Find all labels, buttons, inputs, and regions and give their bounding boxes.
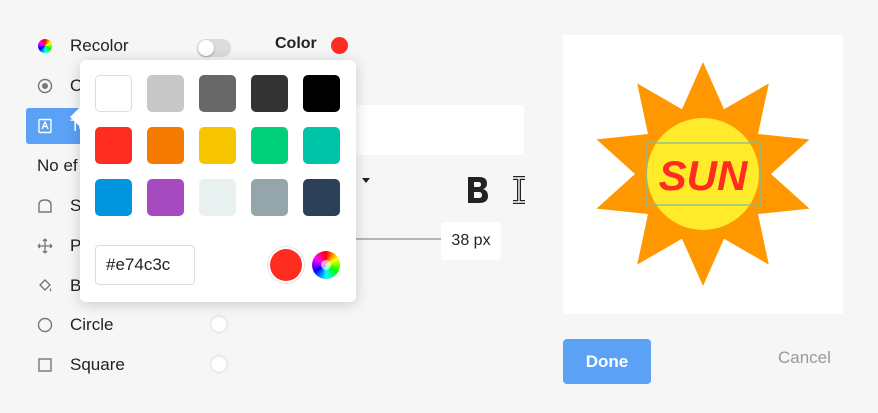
move-icon (36, 237, 54, 255)
cancel-button[interactable]: Cancel (778, 348, 831, 368)
color-swatch[interactable] (303, 127, 340, 164)
bold-button[interactable] (464, 174, 492, 208)
color-swatch[interactable] (95, 179, 132, 216)
color-swatch[interactable] (147, 179, 184, 216)
color-swatch[interactable] (251, 179, 288, 216)
color-swatch[interactable] (95, 127, 132, 164)
menu-item-label: Circle (70, 315, 114, 334)
menu-item-circle[interactable]: Circle (26, 307, 236, 343)
menu-item-label: Square (70, 355, 125, 374)
menu-item-label: No ef (37, 156, 78, 175)
done-button[interactable]: Done (563, 339, 651, 384)
text-input[interactable] (354, 105, 524, 155)
color-swatch[interactable] (199, 127, 236, 164)
circle-radio[interactable] (210, 315, 228, 333)
color-swatch[interactable] (303, 75, 340, 112)
color-swatch[interactable] (303, 179, 340, 216)
circle-icon (36, 316, 54, 334)
font-size-slider[interactable] (356, 238, 442, 240)
text-box-icon (36, 117, 54, 135)
color-wheel-icon (36, 37, 54, 55)
italic-button[interactable] (510, 174, 530, 208)
color-swatch[interactable] (199, 75, 236, 112)
font-dropdown-caret-icon[interactable] (362, 178, 370, 183)
preview-text: SUN (659, 152, 749, 199)
shape-icon (36, 197, 54, 215)
recolor-toggle[interactable] (197, 39, 231, 57)
menu-item-label: Recolor (70, 36, 129, 55)
preview-canvas: SUN (563, 35, 843, 314)
current-color-dot[interactable] (331, 37, 348, 54)
color-label: Color (275, 35, 317, 52)
font-size-value: 38 px (441, 222, 501, 260)
paint-bucket-icon (36, 277, 54, 295)
square-icon (36, 356, 54, 374)
menu-item-square[interactable]: Square (26, 347, 236, 383)
color-wheel-icon[interactable] (312, 251, 340, 279)
color-swatch[interactable] (147, 127, 184, 164)
color-swatch[interactable] (147, 75, 184, 112)
square-radio[interactable] (210, 355, 228, 373)
color-swatch[interactable] (95, 75, 132, 112)
color-swatch[interactable] (199, 179, 236, 216)
radio-icon (36, 77, 54, 95)
color-swatch[interactable] (251, 75, 288, 112)
selected-color-preview[interactable] (270, 249, 302, 281)
sun-image: SUN (596, 62, 810, 286)
color-swatch[interactable] (251, 127, 288, 164)
color-picker-popover: #e74c3c (80, 60, 356, 302)
hex-color-input[interactable]: #e74c3c (95, 245, 195, 285)
